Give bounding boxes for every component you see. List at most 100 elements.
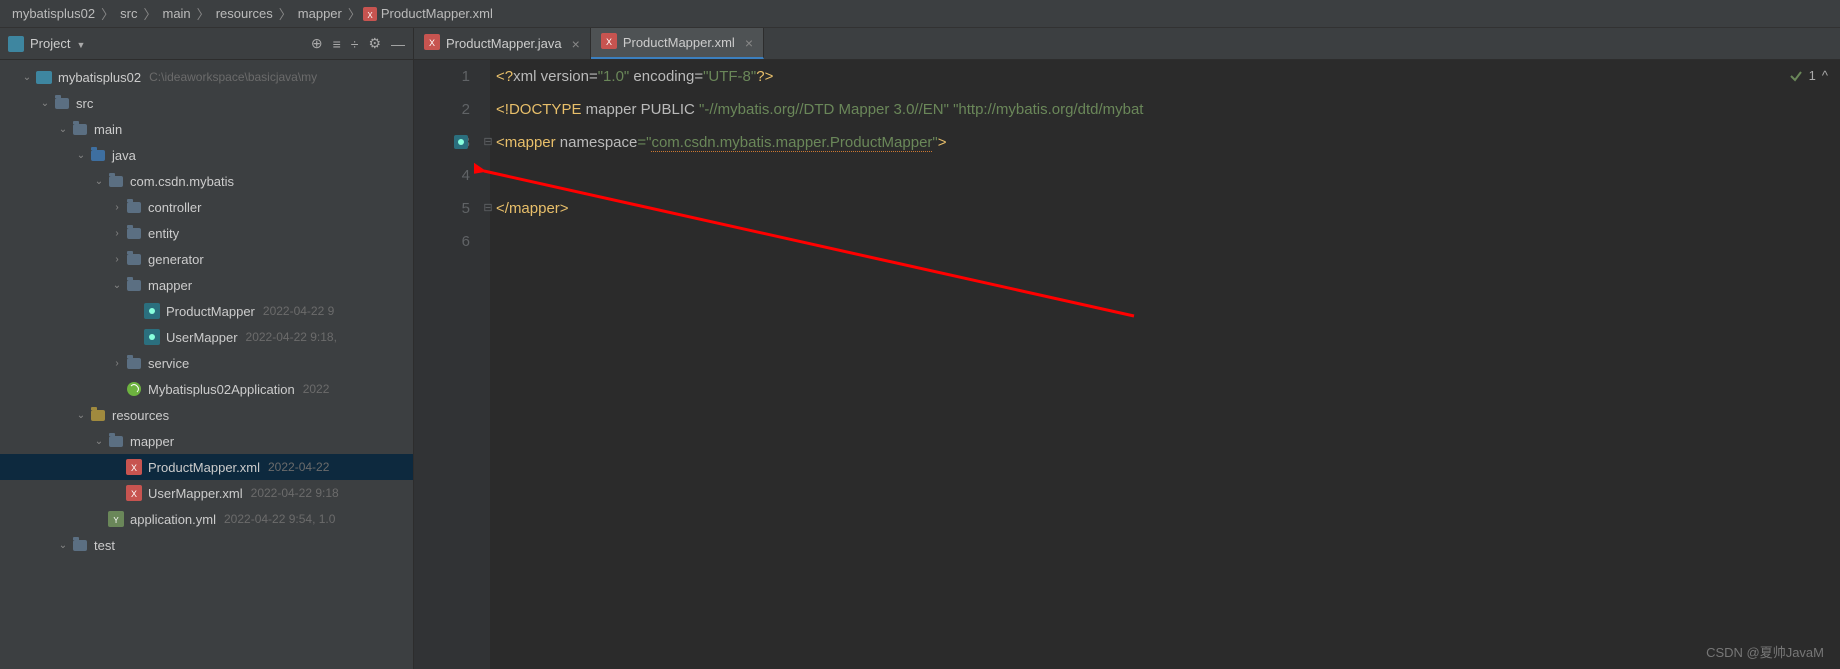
breadcrumb-item[interactable]: mybatisplus02: [8, 6, 99, 21]
chevron-icon[interactable]: ›: [110, 254, 124, 265]
tree-item-main[interactable]: ⌄main: [0, 116, 413, 142]
code-editor[interactable]: 1 2 3 ⊟ 4 5 ⊟ 6 <?xml version="1.0" enco…: [414, 60, 1840, 669]
hide-icon[interactable]: —: [391, 36, 405, 52]
tree-item-application-yml[interactable]: Yapplication.yml2022-04-22 9:54, 1.0: [0, 506, 413, 532]
tree-label: src: [76, 96, 93, 111]
tree-item-mapper[interactable]: ⌄ mapper: [0, 272, 413, 298]
tree-label: generator: [148, 252, 204, 267]
pkg-icon: [126, 225, 142, 241]
tree-item-mapper[interactable]: ⌄ mapper: [0, 428, 413, 454]
chevron-icon[interactable]: ⌄: [20, 72, 34, 83]
chevron-icon[interactable]: ›: [110, 228, 124, 239]
tree-item-test[interactable]: ⌄ test: [0, 532, 413, 558]
tree-label: test: [94, 538, 115, 553]
project-tree[interactable]: ⌄ mybatisplus02 C:\ideaworkspace\basicjava…: [0, 60, 413, 669]
breadcrumb-item[interactable]: resources: [212, 6, 277, 21]
expand-icon[interactable]: ^: [1822, 68, 1828, 83]
tab-productmapper-java[interactable]: X ProductMapper.java ×: [414, 28, 591, 59]
code-line: [496, 159, 1840, 192]
folder-icon: [72, 537, 88, 553]
dropdown-icon: ▼: [76, 40, 85, 50]
chevron-icon[interactable]: ›: [110, 358, 124, 369]
folder-icon: [108, 433, 124, 449]
xml-icon: X: [126, 485, 142, 501]
chevron-right-icon: 〉: [346, 4, 363, 23]
chevron-icon[interactable]: ›: [110, 202, 124, 213]
tree-item-resources[interactable]: ⌄resources: [0, 402, 413, 428]
yml-icon: Y: [108, 511, 124, 527]
tree-label: UserMapper: [166, 330, 238, 345]
tree-meta: 2022-04-22: [268, 460, 329, 474]
chevron-right-icon: 〉: [99, 4, 116, 23]
inspection-widget[interactable]: 1 ^: [1789, 68, 1828, 83]
breadcrumb-item[interactable]: mapper: [294, 6, 346, 21]
watermark: CSDN @夏帅JavaM: [1706, 642, 1824, 661]
tree-label: mapper: [130, 434, 174, 449]
chevron-icon[interactable]: ⌄: [38, 98, 52, 109]
tree-label: application.yml: [130, 512, 216, 527]
chevron-icon[interactable]: ⌄: [56, 124, 70, 135]
tree-item-generator[interactable]: › generator: [0, 246, 413, 272]
chevron-icon[interactable]: ⌄: [92, 176, 106, 187]
tree-item-productmapper-xml[interactable]: X ProductMapper.xml 2022-04-22: [0, 454, 413, 480]
mapper-nav-icon[interactable]: [454, 135, 468, 149]
root-icon: [36, 69, 52, 85]
tree-item-mybatisplus02[interactable]: ⌄ mybatisplus02 C:\ideaworkspace\basicjava…: [0, 64, 413, 90]
tree-item-usermapper[interactable]: UserMapper2022-04-22 9:18,: [0, 324, 413, 350]
svg-text:X: X: [429, 38, 435, 48]
folder-icon: [72, 121, 88, 137]
tree-item-src[interactable]: ⌄ src: [0, 90, 413, 116]
tree-label: ProductMapper: [166, 304, 255, 319]
tree-label: ProductMapper.xml: [148, 460, 260, 475]
sidebar-header: Project▼ ⊕ ≡ ÷ ⚙ —: [0, 28, 413, 60]
tree-label: java: [112, 148, 136, 163]
breadcrumb-item[interactable]: src: [116, 6, 141, 21]
gutter: 1 2 3 ⊟ 4 5 ⊟ 6: [414, 60, 490, 669]
tree-item-java[interactable]: ⌄ java: [0, 142, 413, 168]
project-sidebar: Project▼ ⊕ ≡ ÷ ⚙ — ⌄ mybatisplus02 C:\idea…: [0, 28, 414, 669]
tree-meta: C:\ideaworkspace\basicjava\my: [149, 70, 317, 84]
tree-item-service[interactable]: › service: [0, 350, 413, 376]
tree-meta: 2022-04-22 9: [263, 304, 334, 318]
svg-text:X: X: [367, 11, 373, 20]
collapse-icon[interactable]: ÷: [351, 36, 359, 52]
locate-icon[interactable]: ⊕: [311, 35, 323, 52]
inspection-count: 1: [1809, 68, 1816, 83]
svg-text:X: X: [606, 37, 612, 47]
xml-icon: X: [126, 459, 142, 475]
tree-label: mapper: [148, 278, 192, 293]
tab-label: ProductMapper.java: [446, 36, 562, 51]
tree-label: service: [148, 356, 189, 371]
chevron-icon[interactable]: ⌄: [56, 540, 70, 551]
code-content[interactable]: <?xml version="1.0" encoding="UTF-8"?> <…: [490, 60, 1840, 669]
close-icon[interactable]: ×: [572, 36, 580, 52]
breadcrumb-item[interactable]: ProductMapper.xml: [377, 6, 497, 21]
svg-text:Y: Y: [113, 516, 119, 525]
pkg-icon: [126, 199, 142, 215]
settings-icon[interactable]: ⚙: [368, 35, 381, 52]
tree-item-controller[interactable]: › controller: [0, 194, 413, 220]
tree-label: controller: [148, 200, 201, 215]
tree-item-mybatisplus02application[interactable]: Mybatisplus02Application2022: [0, 376, 413, 402]
tree-item-productmapper[interactable]: ProductMapper 2022-04-22 9: [0, 298, 413, 324]
breadcrumb-item[interactable]: main: [158, 6, 194, 21]
breadcrumb: mybatisplus02〉 src〉 main〉 resources〉 map…: [0, 0, 1840, 28]
tree-label: mybatisplus02: [58, 70, 141, 85]
xml-file-icon: X: [424, 34, 440, 53]
sidebar-title[interactable]: Project▼: [30, 36, 311, 51]
fold-icon[interactable]: ⊟: [482, 126, 494, 159]
tree-item-com-csdn-mybatis[interactable]: ⌄com.csdn.mybatis: [0, 168, 413, 194]
chevron-icon[interactable]: ⌄: [74, 150, 88, 161]
tab-productmapper-xml[interactable]: XProductMapper.xml×: [591, 28, 764, 59]
tree-item-usermapper-xml[interactable]: XUserMapper.xml2022-04-22 9:18: [0, 480, 413, 506]
chevron-icon[interactable]: ⌄: [92, 436, 106, 447]
tree-item-entity[interactable]: › entity: [0, 220, 413, 246]
chevron-icon[interactable]: ⌄: [74, 410, 88, 421]
fold-icon[interactable]: ⊟: [482, 192, 494, 225]
tree-label: entity: [148, 226, 179, 241]
chevron-icon[interactable]: ⌄: [110, 280, 124, 291]
close-icon[interactable]: ×: [745, 35, 753, 51]
editor-tabs: XProductMapper.java×XProductMapper.xml×: [414, 28, 1840, 60]
expand-icon[interactable]: ≡: [333, 36, 341, 52]
tree-meta: 2022-04-22 9:18: [251, 486, 339, 500]
